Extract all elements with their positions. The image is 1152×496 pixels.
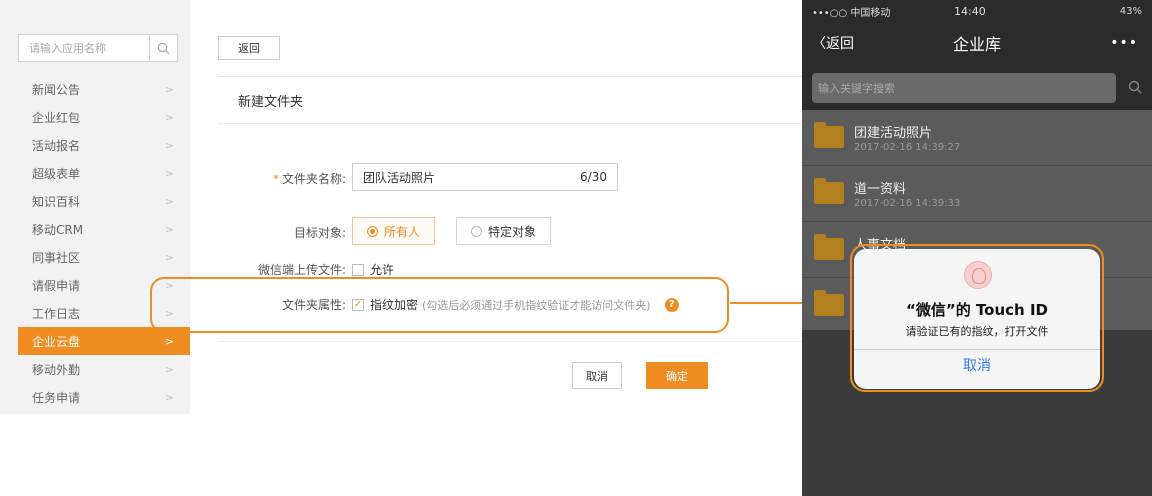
search-button[interactable]	[149, 35, 177, 61]
sidebar-item-label: 企业云盘	[32, 334, 81, 349]
screenshot-root: 新闻公告 > 企业红包 > 活动报名 > 超级表单 > 知识百科 > 移动CRM > 同事社…	[0, 0, 1152, 496]
chevron-right-icon: >	[164, 250, 174, 264]
file-name: 道一资料	[854, 182, 907, 197]
folder-name-label: * 文件夹名称:	[226, 170, 346, 187]
sidebar-item-label: 工作日志	[32, 306, 81, 321]
folder-icon	[814, 122, 844, 148]
folder-icon	[814, 234, 844, 260]
folder-icon	[814, 178, 844, 204]
chevron-right-icon: >	[164, 110, 174, 124]
folder-name-value: 团队活动照片	[363, 170, 436, 185]
sidebar-item-label: 移动外勤	[32, 362, 81, 377]
sidebar-item-label: 超级表单	[32, 166, 81, 181]
file-date: 2017-02-16 14:39:33	[854, 198, 961, 209]
sidebar-item-label: 任务申请	[32, 390, 81, 405]
sidebar-item-label: 移动CRM	[32, 222, 84, 237]
main-content: 返回 新建文件夹 * 文件夹名称: 团队活动照片 6/30 目标对象: 所有人 特…	[190, 0, 802, 414]
sidebar-item-event-signup[interactable]: 活动报名 >	[18, 131, 190, 159]
target-option-all[interactable]: 所有人	[352, 217, 436, 245]
search-icon	[157, 42, 170, 54]
panel-title: 新建文件夹	[238, 95, 304, 110]
list-item[interactable]: 团建活动照片 2017-02-16 14:39:27	[802, 110, 1152, 166]
chevron-right-icon: >	[164, 390, 174, 404]
file-name: 团建活动照片	[854, 126, 933, 141]
carrier-text: •••○○ 中国移动	[812, 7, 891, 19]
wechat-upload-label: 微信端上传文件:	[257, 263, 346, 277]
chevron-right-icon: >	[164, 194, 174, 208]
chevron-right-icon: >	[164, 222, 174, 236]
mobile-nav-bar: 企业库 〈返回 •••	[802, 22, 1152, 64]
chevron-right-icon: >	[164, 82, 174, 96]
sidebar: 新闻公告 > 企业红包 > 活动报名 > 超级表单 > 知识百科 > 移动CRM > 同事社…	[0, 0, 190, 414]
mobile-search-box	[812, 73, 1116, 103]
sidebar-item-label: 新闻公告	[32, 82, 81, 97]
highlight-ring-fingerprint-option	[150, 277, 729, 333]
chevron-right-icon: >	[164, 166, 174, 180]
sidebar-item-label: 同事社区	[32, 250, 81, 265]
sidebar-item-wiki[interactable]: 知识百科 >	[18, 187, 190, 215]
status-time: 14:40	[954, 4, 986, 18]
sidebar-item-super-form[interactable]: 超级表单 >	[18, 159, 190, 187]
list-item[interactable]: 道一资料 2017-02-16 14:39:33	[802, 166, 1152, 222]
radio-unselected-icon	[471, 225, 482, 237]
more-icon[interactable]: •••	[1110, 35, 1138, 51]
upload-option-label: 允许	[370, 263, 395, 277]
new-folder-panel: 新建文件夹 * 文件夹名称: 团队活动照片 6/30 目标对象: 所有人 特定对象…	[218, 76, 802, 414]
mobile-search-input[interactable]	[818, 81, 1116, 95]
back-button[interactable]: 返回	[218, 36, 280, 60]
sidebar-item-community[interactable]: 同事社区 >	[18, 243, 190, 271]
status-bar: •••○○ 中国移动 14:40 43%	[802, 0, 1152, 22]
mobile-back-button[interactable]: 〈返回	[812, 33, 854, 53]
divider	[218, 341, 802, 342]
chevron-right-icon: >	[164, 362, 174, 376]
highlight-ring-touch-id-dialog	[850, 244, 1104, 392]
required-mark: *	[272, 172, 279, 186]
folder-name-label-text: 文件夹名称:	[281, 172, 346, 186]
radio-selected-icon	[367, 225, 378, 237]
chevron-right-icon: >	[164, 334, 174, 348]
sidebar-item-task-request[interactable]: 任务申请 >	[18, 383, 190, 411]
sidebar-item-red-packet[interactable]: 企业红包 >	[18, 103, 190, 131]
sidebar-item-field-work[interactable]: 移动外勤 >	[18, 355, 190, 383]
sidebar-item-label: 活动报名	[32, 138, 81, 153]
chevron-right-icon: >	[164, 138, 174, 152]
sidebar-item-label: 知识百科	[32, 194, 81, 209]
target-option-specific[interactable]: 特定对象	[456, 217, 552, 245]
sidebar-item-crm[interactable]: 移动CRM >	[18, 215, 190, 243]
sidebar-item-label: 企业红包	[32, 110, 81, 125]
sidebar-item-news[interactable]: 新闻公告 >	[18, 75, 190, 103]
char-counter: 6/30	[580, 170, 607, 184]
target-label: 目标对象:	[293, 226, 346, 240]
sidebar-nav: 新闻公告 > 企业红包 > 活动报名 > 超级表单 > 知识百科 > 移动CRM > 同事社…	[18, 75, 190, 411]
app-search-box	[18, 34, 178, 62]
folder-icon	[814, 290, 844, 316]
checkbox-unchecked-icon	[352, 263, 364, 276]
wechat-upload-checkbox-row[interactable]: 允许	[352, 261, 394, 278]
app-search-input[interactable]	[19, 35, 149, 61]
confirm-button[interactable]: 确定	[646, 362, 708, 389]
target-option-label: 特定对象	[488, 224, 537, 239]
divider	[218, 123, 802, 124]
mobile-page-title: 企业库	[952, 35, 1001, 54]
file-date: 2017-02-16 14:39:27	[854, 142, 961, 153]
search-icon[interactable]	[1128, 80, 1142, 94]
battery-text: 43%	[1119, 5, 1142, 17]
target-option-label: 所有人	[384, 224, 421, 239]
cancel-button[interactable]: 取消	[572, 362, 622, 389]
folder-name-field[interactable]: 团队活动照片 6/30	[352, 163, 618, 191]
sidebar-item-label: 请假申请	[32, 278, 81, 293]
